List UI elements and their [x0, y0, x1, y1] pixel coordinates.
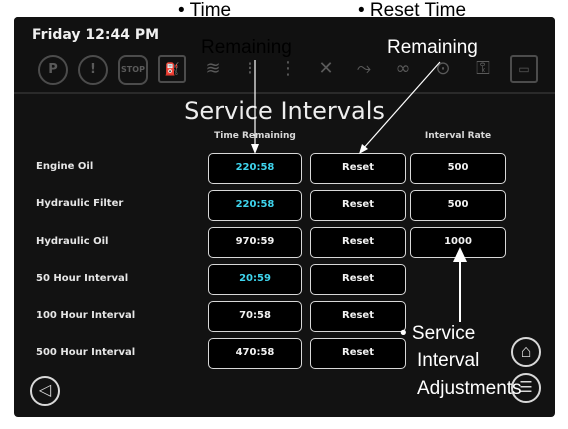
annotation-reset-line1: • Reset Time	[358, 0, 467, 21]
annotation-service-line1: • Service	[400, 323, 476, 344]
annotation-time-remaining-line1: • Time	[178, 0, 232, 21]
callout-line-reset	[361, 61, 441, 151]
annotation-service-line2: Interval	[417, 350, 480, 371]
callout-arrowhead-time-remaining	[251, 144, 259, 154]
annotation-reset-line2: Remaining	[387, 37, 478, 58]
callout-arrowhead-interval	[453, 247, 467, 262]
annotation-service-line3: Adjustments	[417, 378, 522, 399]
callout-lines	[251, 60, 467, 322]
annotation-time-remaining-line2: Remaining	[201, 37, 292, 58]
